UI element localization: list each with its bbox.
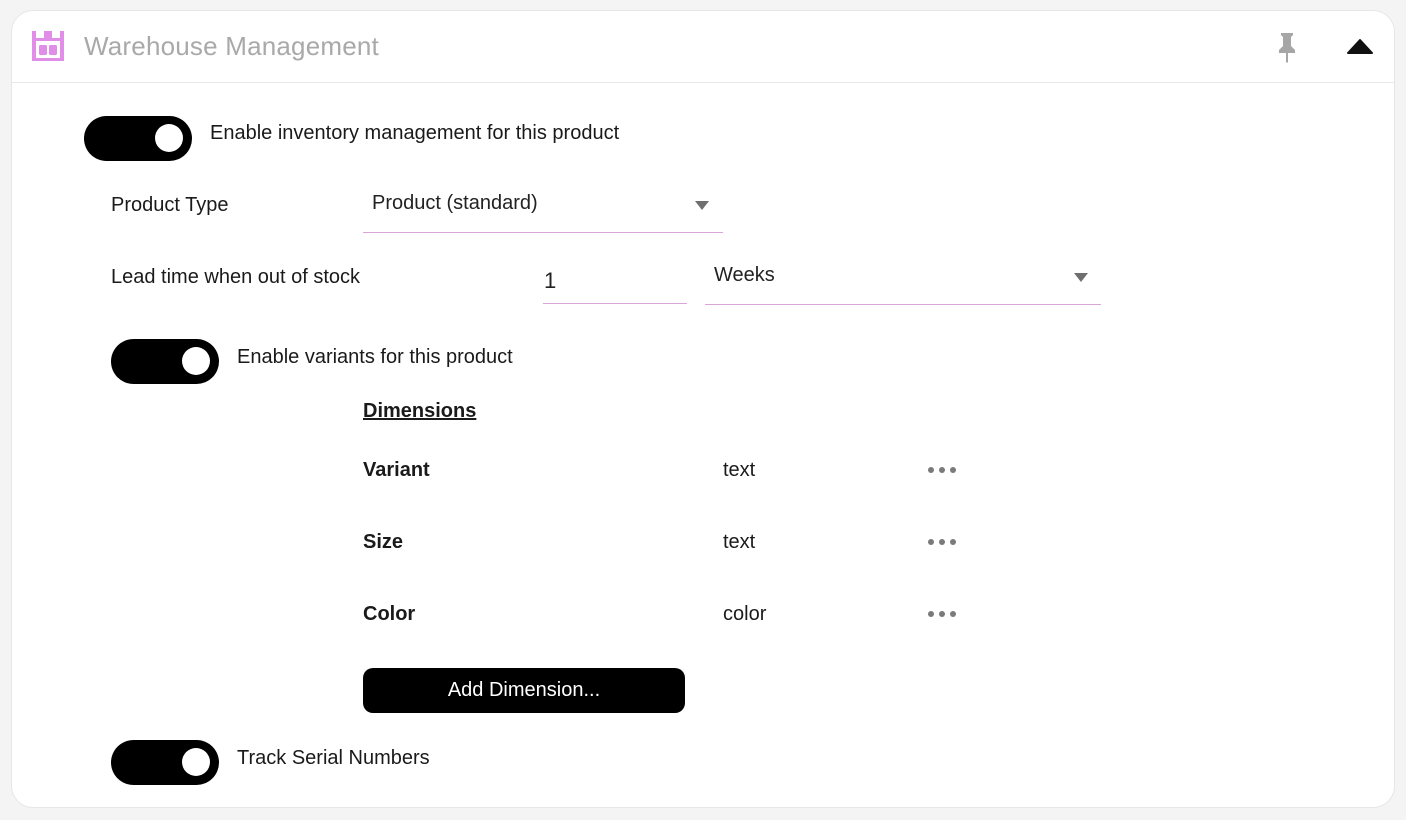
variants-toggle[interactable] — [111, 339, 219, 384]
dimension-type: color — [723, 603, 767, 625]
chevron-down-icon — [1074, 273, 1088, 282]
dimension-name: Color — [363, 603, 416, 625]
lead-time-input[interactable] — [543, 258, 687, 304]
chevron-down-icon — [695, 201, 709, 210]
more-options-icon[interactable] — [928, 536, 958, 548]
more-options-icon[interactable] — [928, 608, 958, 620]
toggle-knob — [182, 347, 210, 375]
variants-toggle-label: Enable variants for this product — [237, 346, 513, 368]
serial-numbers-toggle-label: Track Serial Numbers — [237, 747, 430, 769]
dimension-type: text — [723, 531, 756, 553]
inventory-toggle[interactable] — [84, 116, 192, 161]
pin-icon[interactable] — [1274, 31, 1300, 63]
lead-time-label: Lead time when out of stock — [111, 266, 361, 288]
dimensions-heading: Dimensions — [363, 400, 477, 422]
warehouse-management-panel: Warehouse Management Enable inventory ma… — [11, 10, 1395, 808]
product-type-label: Product Type — [111, 194, 229, 216]
lead-time-unit-select[interactable]: Weeks — [705, 253, 1101, 305]
warehouse-icon — [32, 31, 64, 61]
serial-numbers-toggle[interactable] — [111, 740, 219, 785]
toggle-knob — [182, 748, 210, 776]
add-dimension-button[interactable]: Add Dimension... — [363, 668, 685, 713]
product-type-select[interactable]: Product (standard) — [363, 181, 723, 233]
chevron-up-icon[interactable] — [1346, 35, 1374, 57]
lead-time-unit-value: Weeks — [714, 264, 775, 286]
dimension-name: Size — [363, 531, 404, 553]
inventory-toggle-label: Enable inventory management for this pro… — [210, 122, 620, 144]
panel-title: Warehouse Management — [84, 31, 379, 61]
more-options-icon[interactable] — [928, 464, 958, 476]
panel-header[interactable]: Warehouse Management — [12, 11, 1394, 83]
product-type-value: Product (standard) — [372, 192, 538, 214]
dimension-type: text — [723, 459, 756, 481]
toggle-knob — [155, 124, 183, 152]
dimension-name: Variant — [363, 459, 430, 481]
